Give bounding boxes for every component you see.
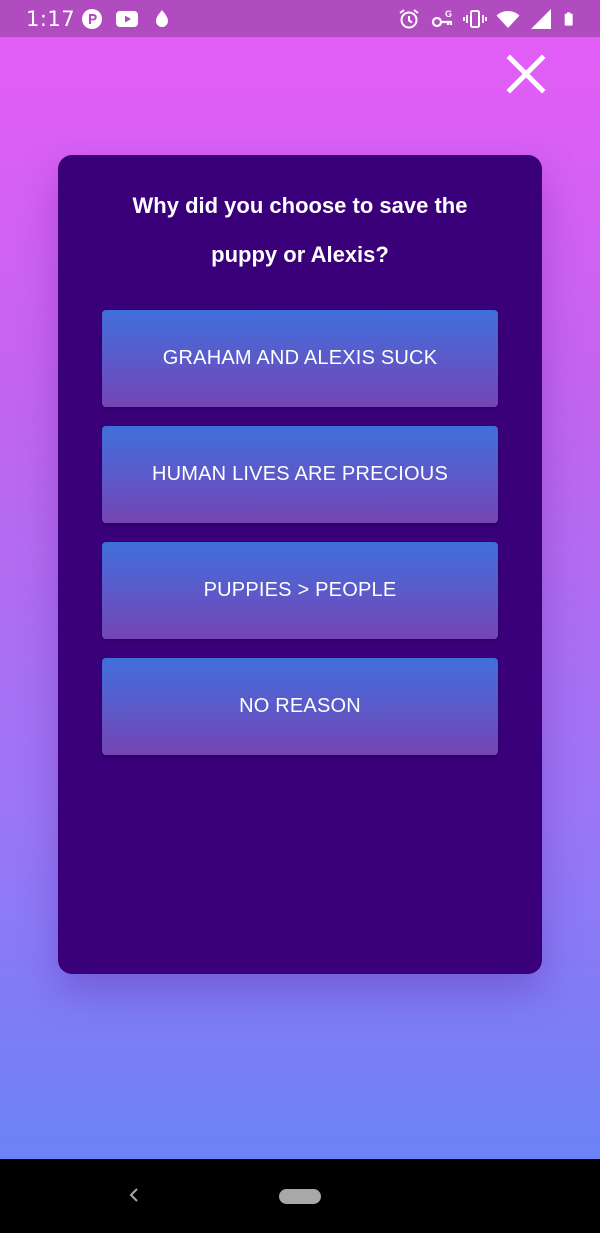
home-button[interactable] xyxy=(279,1189,321,1204)
option-button[interactable]: PUPPIES > PEOPLE xyxy=(102,542,498,639)
status-bar: 1:17 G xyxy=(0,0,600,37)
status-time: 1:17 xyxy=(26,7,76,31)
question-text: Why did you choose to save the puppy or … xyxy=(132,193,468,267)
svg-text:G: G xyxy=(445,9,452,19)
option-label: GRAHAM AND ALEXIS SUCK xyxy=(162,347,438,369)
close-icon[interactable] xyxy=(504,52,548,96)
navigation-bar xyxy=(0,1159,600,1233)
question-card: Why did you choose to save the puppy or … xyxy=(58,155,542,974)
battery-icon xyxy=(564,12,573,26)
option-label: PUPPIES > PEOPLE xyxy=(203,579,397,601)
option-label: NO REASON xyxy=(239,695,361,717)
water-drop-icon xyxy=(156,10,168,27)
answer-options: GRAHAM AND ALEXIS SUCK HUMAN LIVES ARE P… xyxy=(102,310,498,774)
alarm-icon xyxy=(399,9,419,29)
option-button[interactable]: HUMAN LIVES ARE PRECIOUS xyxy=(102,426,498,523)
vibrate-icon xyxy=(463,10,487,28)
option-button[interactable]: NO REASON xyxy=(102,658,498,755)
screen: 1:17 G Why did you choose to save the pu… xyxy=(0,0,600,1159)
signal-icon xyxy=(531,9,551,29)
youtube-icon xyxy=(116,11,138,27)
status-left-icons xyxy=(80,7,174,31)
vpn-key-icon: G xyxy=(431,9,453,28)
pocket-icon xyxy=(82,9,102,29)
wifi-icon xyxy=(496,11,520,28)
option-label: HUMAN LIVES ARE PRECIOUS xyxy=(152,463,448,485)
option-button[interactable]: GRAHAM AND ALEXIS SUCK xyxy=(102,310,498,407)
back-icon[interactable] xyxy=(122,1183,146,1207)
status-right-icons: G xyxy=(397,7,578,31)
